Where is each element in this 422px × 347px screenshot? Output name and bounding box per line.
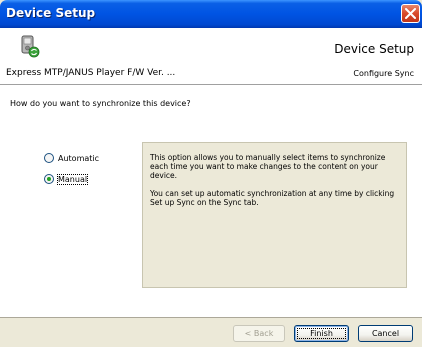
device-setup-dialog: Device Setup Device Setup Express MTP/JA… bbox=[0, 0, 422, 347]
description-panel: This option allows you to manually selec… bbox=[142, 142, 407, 288]
close-icon bbox=[405, 8, 416, 19]
wizard-header: Device Setup Express MTP/JANUS Player F/… bbox=[0, 28, 422, 85]
finish-button-label: Finish bbox=[295, 326, 348, 341]
radio-automatic-label[interactable]: Automatic bbox=[58, 154, 99, 163]
footer-divider bbox=[0, 317, 422, 318]
question-text: How do you want to synchronize this devi… bbox=[10, 99, 191, 108]
wizard-content: How do you want to synchronize this devi… bbox=[0, 85, 422, 317]
header-title: Device Setup bbox=[334, 42, 414, 56]
window-title: Device Setup bbox=[6, 6, 96, 20]
radio-manual[interactable]: Manual bbox=[44, 173, 89, 185]
radio-manual-label[interactable]: Manual bbox=[56, 173, 89, 185]
device-sync-icon bbox=[21, 35, 40, 58]
title-bar[interactable]: Device Setup bbox=[0, 0, 422, 28]
cancel-button[interactable]: Cancel bbox=[358, 325, 413, 342]
step-name: Configure Sync bbox=[353, 69, 414, 78]
back-button[interactable]: < Back bbox=[233, 325, 285, 342]
radio-automatic[interactable]: Automatic bbox=[44, 153, 99, 163]
device-name: Express MTP/JANUS Player F/W Ver. ... bbox=[6, 68, 176, 78]
description-paragraph-1: This option allows you to manually selec… bbox=[150, 153, 386, 180]
radio-manual-button[interactable] bbox=[44, 174, 54, 184]
finish-button[interactable]: Finish bbox=[294, 325, 349, 342]
radio-automatic-button[interactable] bbox=[44, 153, 54, 163]
description-paragraph-2: You can set up automatic synchronization… bbox=[150, 189, 395, 207]
close-button[interactable] bbox=[401, 4, 420, 23]
